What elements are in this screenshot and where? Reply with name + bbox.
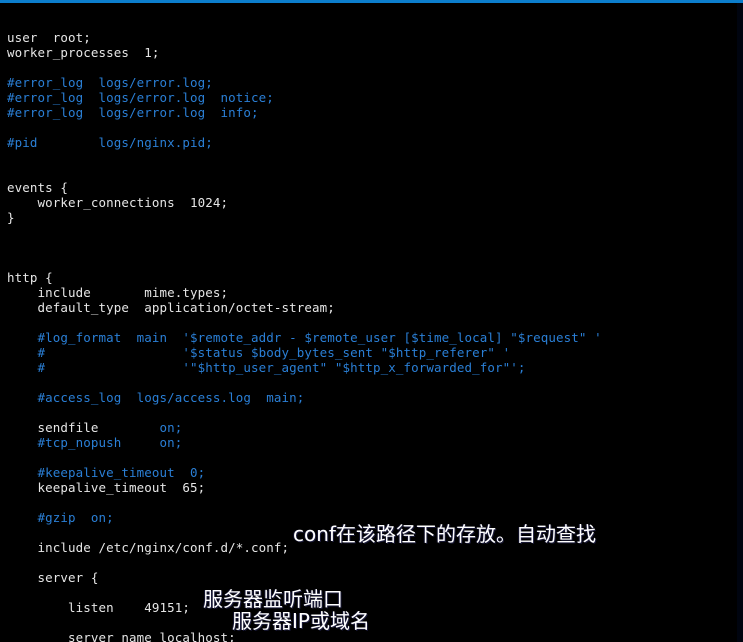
top-accent-bar	[0, 0, 743, 3]
code-line: http {	[7, 270, 53, 285]
annotation-conf-path: conf在该路径下的存放。自动查找	[293, 522, 596, 546]
code-line: worker_processes 1;	[7, 45, 160, 60]
annotation-server-name: 服务器IP或域名	[232, 609, 370, 633]
code-line: worker_connections 1024;	[7, 195, 229, 210]
code-line: # '$status $body_bytes_sent "$http_refer…	[7, 345, 511, 360]
right-edge-strip	[737, 3, 743, 642]
editor-window: user root; worker_processes 1; #error_log…	[0, 0, 743, 642]
code-line: server {	[7, 570, 99, 585]
code-line: include mime.types;	[7, 285, 229, 300]
code-line: #log_format main '$remote_addr - $remote…	[7, 330, 602, 345]
code-line: #pid logs/nginx.pid;	[7, 135, 213, 150]
code-line: default_type application/octet-stream;	[7, 300, 335, 315]
code-line: #error_log logs/error.log notice;	[7, 90, 274, 105]
annotation-listen-port: 服务器监听端口	[203, 587, 343, 611]
code-line: user root;	[7, 30, 91, 45]
code-editor-text-area[interactable]: user root; worker_processes 1; #error_log…	[0, 30, 737, 642]
code-line: sendfile on;	[0, 420, 737, 435]
code-line: #tcp_nopush on;	[7, 435, 183, 450]
code-line: }	[7, 210, 15, 225]
code-token: on;	[159, 420, 183, 435]
code-line: #error_log logs/error.log info;	[7, 105, 259, 120]
code-line: # '"$http_user_agent" "$http_x_forwarded…	[7, 360, 526, 375]
code-line: events {	[7, 180, 69, 195]
code-line: #access_log logs/access.log main;	[7, 390, 305, 405]
code-line: #keepalive_timeout 0;	[7, 465, 206, 480]
code-line: #error_log logs/error.log;	[7, 75, 213, 90]
code-token: sendfile	[7, 420, 160, 435]
code-line: keepalive_timeout 65;	[7, 480, 206, 495]
